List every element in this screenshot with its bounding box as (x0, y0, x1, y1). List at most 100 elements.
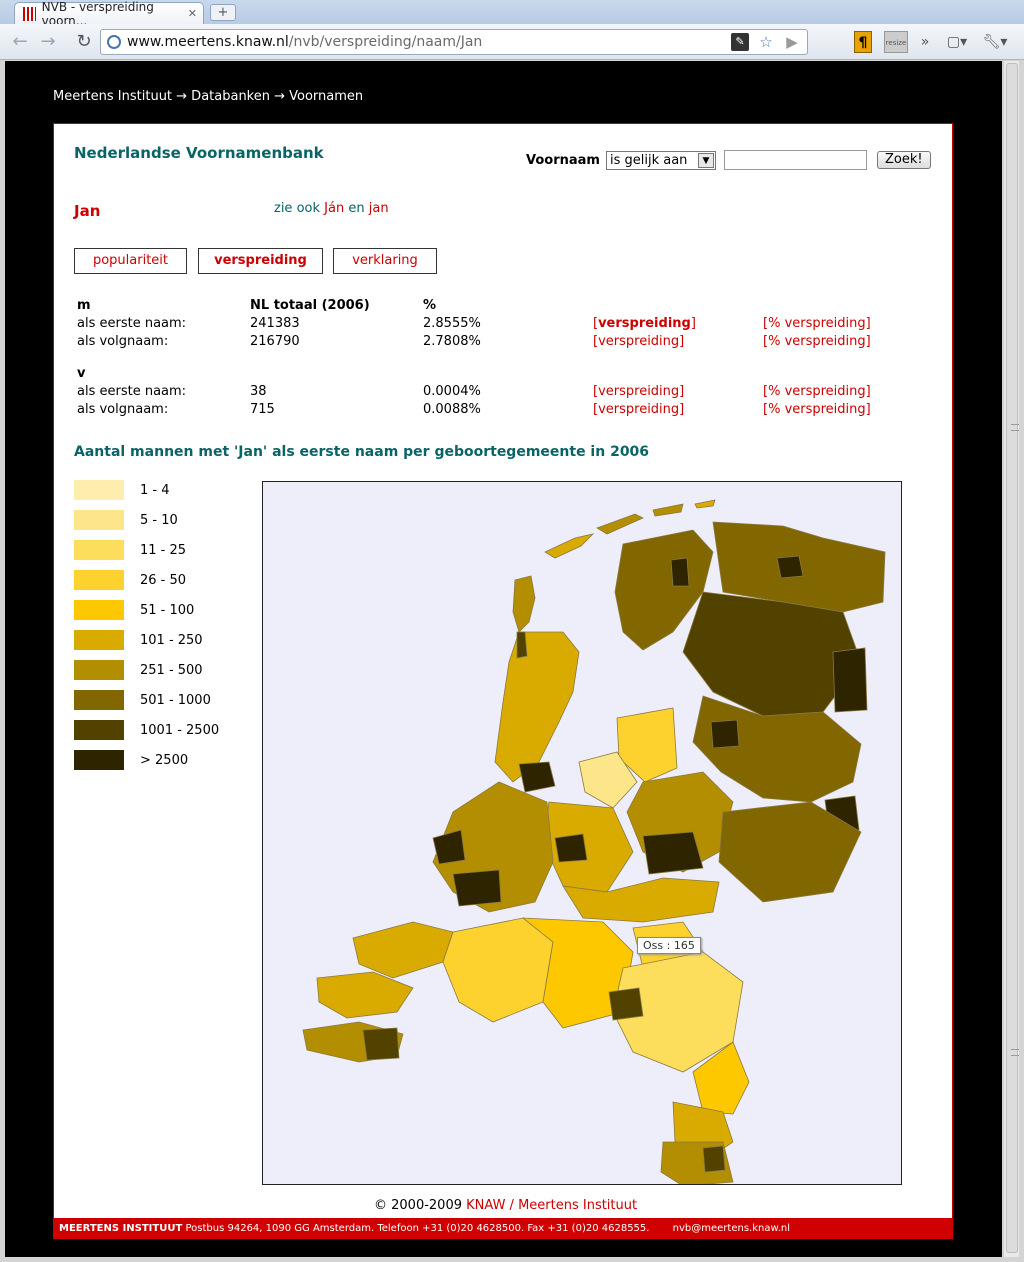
map-region-walcheren[interactable] (316, 971, 414, 1019)
play-icon[interactable]: ▶ (783, 33, 801, 51)
scrollbar-grip-icon (1011, 1049, 1019, 1056)
col-header-pct: % (423, 297, 437, 313)
row-label: als volgnaam: (77, 401, 169, 417)
verspreiding-link[interactable]: [verspreiding] (590, 332, 760, 350)
page-menu-icon[interactable]: ▢▾ (944, 31, 970, 53)
see-also-link-1[interactable]: Ján (324, 201, 344, 216)
forward-icon[interactable]: → (36, 31, 60, 53)
map-region-heerlen[interactable] (702, 1145, 726, 1173)
copyright: © 2000-2009 KNAW / Meertens Instituut (374, 1198, 637, 1213)
legend-label: 26 - 50 (140, 572, 187, 588)
browser-toolbar: ← → ↻ www.meertens.knaw.nl/nvb/verspreid… (0, 24, 1024, 60)
map-region-apeldoorn[interactable] (642, 831, 704, 875)
legend-swatch (74, 600, 124, 620)
legend-label: 501 - 1000 (140, 692, 211, 708)
table-row: als volgnaam: 715 0.0088% [verspreiding]… (74, 400, 890, 418)
see-also-prefix: zie ook (274, 201, 321, 216)
tab-populariteit[interactable]: populariteit (74, 248, 187, 274)
search-operator-value: is gelijk aan (609, 152, 688, 168)
legend-swatch (74, 630, 124, 650)
main-content: Nederlandse Voornamenbank Voornaam is ge… (53, 123, 953, 1219)
legend-swatch (74, 690, 124, 710)
pct-verspreiding-link[interactable]: [% verspreiding] (760, 314, 890, 332)
map-region-rotterdam[interactable] (452, 869, 502, 907)
verspreiding-link[interactable]: [verspreiding] (590, 314, 760, 332)
tab-verklaring[interactable]: verklaring (333, 248, 437, 274)
footer-email-link[interactable]: nvb@meertens.knaw.nl (673, 1223, 790, 1234)
copyright-link[interactable]: KNAW / Meertens Instituut (466, 1198, 637, 1213)
legend-item: 1 - 4 (74, 480, 234, 500)
new-tab-button[interactable]: + (210, 4, 236, 21)
overflow-chevron-icon[interactable]: » (918, 31, 932, 53)
verspreiding-link[interactable]: [verspreiding] (590, 382, 760, 400)
legend-label: 1001 - 2500 (140, 722, 220, 738)
map-region-ameland[interactable] (652, 503, 684, 517)
footer-address: Postbus 94264, 1090 GG Amsterdam. Telefo… (185, 1223, 650, 1234)
table-row: als volgnaam: 216790 2.7808% [verspreidi… (74, 332, 890, 350)
map-region-eindhoven[interactable] (608, 987, 644, 1021)
legend-item: 11 - 25 (74, 540, 234, 560)
map-region-utrecht-city[interactable] (554, 833, 588, 863)
bookmark-star-icon[interactable]: ☆ (757, 33, 775, 51)
see-also-link-2[interactable]: jan (369, 201, 389, 216)
browser-tab[interactable]: NVB - verspreiding voorn... ✕ (14, 0, 204, 28)
legend-item: 101 - 250 (74, 630, 234, 650)
map-region-west-brabant[interactable] (442, 917, 554, 1023)
legend-swatch (74, 570, 124, 590)
pct-verspreiding-link[interactable]: [% verspreiding] (760, 400, 890, 418)
tab-verspreiding[interactable]: verspreiding (198, 248, 323, 274)
legend-label: 1 - 4 (140, 482, 170, 498)
vertical-scrollbar[interactable] (1003, 61, 1019, 1257)
favicon-icon (23, 6, 36, 21)
search-operator-select[interactable]: is gelijk aan ▼ (605, 150, 716, 170)
browser-tab-bar: NVB - verspreiding voorn... ✕ + (0, 0, 1024, 28)
choropleth-map[interactable]: Oss : 165 (262, 481, 902, 1185)
legend-swatch (74, 660, 124, 680)
see-also: zie ook Ján en jan (274, 201, 389, 216)
row-pct: 2.8555% (423, 315, 481, 331)
netherlands-map-svg[interactable] (263, 482, 902, 1185)
map-region-den-helder[interactable] (516, 631, 528, 659)
row-pct: 0.0088% (423, 401, 481, 417)
map-region-emmen[interactable] (832, 647, 868, 713)
map-region-terschelling[interactable] (596, 513, 644, 535)
map-region-schiermonnikoog[interactable] (694, 499, 716, 509)
search-input[interactable] (723, 150, 867, 170)
address-bar[interactable]: www.meertens.knaw.nl/nvb/verspreiding/na… (100, 29, 808, 55)
see-also-join: en (348, 201, 365, 216)
map-region-zwolle[interactable] (710, 719, 740, 749)
pct-verspreiding-link[interactable]: [% verspreiding] (760, 382, 890, 400)
back-icon[interactable]: ← (8, 31, 32, 53)
legend-swatch (74, 540, 124, 560)
resize-extension-button[interactable]: resize (884, 31, 908, 53)
close-tab-icon[interactable]: ✕ (188, 7, 197, 20)
scrollbar-thumb[interactable] (1006, 63, 1019, 1253)
reload-icon[interactable]: ↻ (72, 31, 96, 53)
pct-verspreiding-link[interactable]: [% verspreiding] (760, 332, 890, 350)
page-viewport: Meertens Instituut → Databanken → Voorna… (5, 61, 1002, 1257)
map-region-amsterdam[interactable] (518, 761, 556, 793)
table-row: als eerste naam: 241383 2.8555% [verspre… (74, 314, 890, 332)
map-region-vlieland[interactable] (544, 533, 595, 559)
legend-swatch (74, 510, 124, 530)
globe-icon (107, 35, 121, 49)
map-region-texel[interactable] (512, 575, 536, 633)
pilcrow-extension-icon[interactable]: ¶ (854, 31, 872, 53)
map-region-zeeland-north[interactable] (352, 921, 454, 979)
legend-label: 251 - 500 (140, 662, 203, 678)
verspreiding-link[interactable]: [verspreiding] (590, 400, 760, 418)
row-label: als volgnaam: (77, 333, 169, 349)
legend-label: > 2500 (140, 752, 189, 768)
search-button[interactable]: Zoek! (876, 151, 931, 169)
wrench-menu-icon[interactable]: 🔧︎▾ (982, 31, 1008, 53)
map-region-leeuwarden[interactable] (670, 557, 690, 587)
map-region-noord-holland[interactable] (494, 631, 580, 783)
map-title: Aantal mannen met 'Jan' als eerste naam … (74, 444, 650, 460)
map-region-den-haag[interactable] (432, 829, 466, 865)
legend-item: 501 - 1000 (74, 690, 234, 710)
legend-label: 5 - 10 (140, 512, 178, 528)
map-region-terneuzen[interactable] (362, 1027, 400, 1061)
page-action-icon[interactable]: ✎ (731, 33, 749, 51)
map-region-groningen-city[interactable] (776, 555, 804, 579)
legend-swatch (74, 750, 124, 770)
